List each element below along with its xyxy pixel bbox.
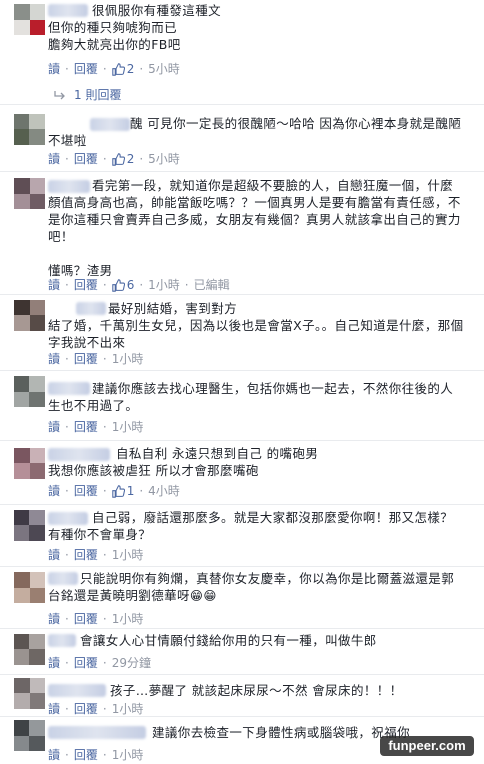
avatar[interactable] — [14, 678, 45, 709]
reply-arrow-icon — [54, 90, 65, 99]
reply-button[interactable]: 回覆 — [74, 278, 98, 292]
comment-text: 最好別結婚，害到對方 結了婚，千萬別生女兒，因為以後也是會當X子。。自己知道是什… — [48, 301, 464, 350]
comment-text: 建議你應該去找心理醫生，包括你媽也一起去，不然你往後的人生也不用過了。 — [48, 381, 454, 413]
avatar[interactable] — [14, 178, 45, 209]
comment-actions: 讀 · 回覆 · 2 · 5小時 — [48, 62, 180, 76]
reply-button[interactable]: 回覆 — [74, 62, 98, 76]
divider — [0, 716, 484, 717]
comment: 看完第一段，就知道你是超級不要臉的人，自戀狂魔一個，什麼顏值高身高也高，帥能當飯… — [0, 172, 484, 296]
comment-text: 自己弱，廢話還那麼多。就是大家都沒那麼愛你啊！那又怎樣？有種你不會單身？ — [48, 510, 454, 542]
reply-button[interactable]: 回覆 — [74, 656, 98, 670]
reply-label[interactable]: 讀 — [48, 420, 60, 434]
divider — [0, 440, 484, 441]
comment: 建議你應該去找心理醫生，包括你媽也一起去，不然你往後的人生也不用過了。 讀 · … — [0, 372, 484, 438]
divider — [0, 628, 484, 629]
reply-button[interactable]: 回覆 — [74, 152, 98, 166]
comment-text: 孩子…夢醒了 就該起床尿尿～不然 會尿床的！！！ — [110, 683, 403, 698]
avatar[interactable] — [14, 510, 45, 541]
avatar[interactable] — [14, 114, 45, 145]
comment-text: 看完第一段，就知道你是超級不要臉的人，自戀狂魔一個，什麼顏值高身高也高，帥能當飯… — [48, 178, 461, 278]
reply-button[interactable]: 回覆 — [74, 548, 98, 562]
timestamp[interactable]: 1小時 — [112, 702, 144, 716]
reply-label[interactable]: 讀 — [48, 484, 60, 498]
reply-label[interactable]: 讀 — [48, 352, 60, 366]
divider — [0, 294, 484, 295]
like-count[interactable]: 2 — [111, 62, 134, 76]
divider — [0, 104, 484, 105]
thumbs-up-icon — [111, 484, 125, 498]
comment-text: 只能說明你有夠爛，真替你女友慶幸，你以為你是比爾蓋滋還是郭台銘還是黃曉明劉德華呀… — [48, 571, 455, 603]
divider — [0, 566, 484, 567]
comment: 醜 可見你一定長的很醜陋～哈哈 因為你心裡本身就是醜陋不堪啦 讀 · 回覆 · … — [0, 106, 484, 170]
reply-label[interactable]: 讀 — [48, 748, 60, 762]
comment-text: 會讓女人心甘情願付錢給你用的只有一種，叫做牛郎 — [80, 633, 377, 648]
like-count[interactable]: 2 — [111, 152, 134, 166]
reply-button[interactable]: 回覆 — [74, 420, 98, 434]
comment: 會讓女人心甘情願付錢給你用的只有一種，叫做牛郎 讀 · 回覆 · 29分鐘 — [0, 630, 484, 674]
reply-label[interactable]: 讀 — [48, 278, 60, 292]
timestamp[interactable]: 1小時 — [112, 612, 144, 626]
thumbs-up-icon — [111, 152, 125, 166]
reply-label[interactable]: 讀 — [48, 702, 60, 716]
reply-button[interactable]: 回覆 — [74, 484, 98, 498]
timestamp[interactable]: 5小時 — [148, 152, 180, 166]
timestamp[interactable]: 1小時 — [148, 278, 180, 292]
avatar[interactable] — [14, 720, 45, 751]
reply-button[interactable]: 回覆 — [74, 352, 98, 366]
comment-actions: 讀 · 回覆 · 1小時 — [48, 352, 144, 366]
thumbs-up-icon — [111, 62, 125, 76]
comment-actions: 讀 · 回覆 · 29分鐘 — [48, 656, 151, 670]
comment-actions: 讀 · 回覆 · 6 · 1小時 · 已編輯 — [48, 278, 230, 292]
comment: 孩子…夢醒了 就該起床尿尿～不然 會尿床的！！！ 讀 · 回覆 · 1小時 — [0, 676, 484, 718]
timestamp[interactable]: 29分鐘 — [112, 656, 151, 670]
divider — [0, 504, 484, 505]
timestamp[interactable]: 1小時 — [112, 420, 144, 434]
reply-label[interactable]: 讀 — [48, 548, 60, 562]
comment-actions: 讀 · 回覆 · 1小時 — [48, 548, 144, 562]
comment-text: 自私自利 永遠只想到自己 的嘴砲男 我想你應該被虐狂 所以才會那麼嘴砲 — [48, 446, 319, 478]
reply-label[interactable]: 讀 — [48, 656, 60, 670]
timestamp[interactable]: 1小時 — [112, 352, 144, 366]
site-watermark: funpeer.com — [380, 736, 474, 756]
comment: 自私自利 永遠只想到自己 的嘴砲男 我想你應該被虐狂 所以才會那麼嘴砲 讀 · … — [0, 442, 484, 504]
like-count[interactable]: 6 — [111, 278, 134, 292]
avatar[interactable] — [14, 300, 45, 331]
reply-label[interactable]: 讀 — [48, 62, 60, 76]
comment-actions: 讀 · 回覆 · 1小時 — [48, 702, 144, 716]
comment-text: 很佩服你有種發這種文 但你的種只夠唬狗而已 膽夠大就亮出你的FB吧 — [48, 3, 222, 52]
avatar[interactable] — [14, 448, 45, 479]
comment-text: 醜 可見你一定長的很醜陋～哈哈 因為你心裡本身就是醜陋不堪啦 — [48, 116, 462, 148]
timestamp[interactable]: 1小時 — [112, 748, 144, 762]
reply-button[interactable]: 回覆 — [74, 702, 98, 716]
avatar[interactable] — [14, 4, 45, 35]
divider — [0, 674, 484, 675]
edited-label[interactable]: 已編輯 — [194, 278, 230, 292]
comment-actions: 讀 · 回覆 · 2 · 5小時 — [48, 152, 180, 166]
thumbs-up-icon — [111, 278, 125, 292]
like-count[interactable]: 1 — [111, 484, 134, 498]
timestamp[interactable]: 1小時 — [112, 548, 144, 562]
avatar[interactable] — [14, 634, 45, 665]
comment-actions: 讀 · 回覆 · 1小時 — [48, 420, 144, 434]
timestamp[interactable]: 5小時 — [148, 62, 180, 76]
reply-label[interactable]: 讀 — [48, 152, 60, 166]
comment-actions: 讀 · 回覆 · 1小時 — [48, 612, 144, 626]
avatar[interactable] — [14, 376, 45, 407]
comment: 自己弱，廢話還那麼多。就是大家都沒那麼愛你啊！那又怎樣？有種你不會單身？ 讀 ·… — [0, 506, 484, 566]
divider — [0, 370, 484, 371]
comment-actions: 讀 · 回覆 · 1 · 4小時 — [48, 484, 180, 498]
reply-button[interactable]: 回覆 — [74, 748, 98, 762]
view-replies-link[interactable]: 1 則回覆 — [54, 86, 121, 103]
reply-label[interactable]: 讀 — [48, 612, 60, 626]
timestamp[interactable]: 4小時 — [148, 484, 180, 498]
comment-actions: 讀 · 回覆 · 1小時 — [48, 748, 144, 762]
avatar[interactable] — [14, 572, 45, 603]
comment: 很佩服你有種發這種文 但你的種只夠唬狗而已 膽夠大就亮出你的FB吧 讀 · 回覆… — [0, 0, 484, 102]
reply-button[interactable]: 回覆 — [74, 612, 98, 626]
comment: 只能說明你有夠爛，真替你女友慶幸，你以為你是比爾蓋滋還是郭台銘還是黃曉明劉德華呀… — [0, 568, 484, 630]
comment: 最好別結婚，害到對方 結了婚，千萬別生女兒，因為以後也是會當X子。。自己知道是什… — [0, 296, 484, 368]
